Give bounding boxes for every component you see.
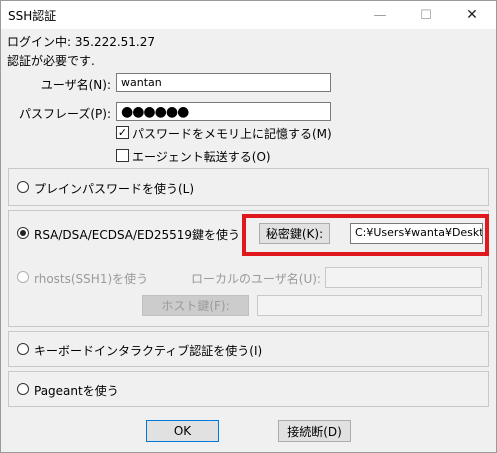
agent-forwarding-checkbox[interactable]	[116, 149, 129, 162]
keyboard-interactive-radio[interactable]	[17, 343, 29, 355]
passphrase-input[interactable]: ●●●●●●	[116, 102, 331, 121]
close-icon: ✕	[466, 7, 478, 23]
minimize-button[interactable]: —	[357, 1, 403, 29]
username-label: ユーザ名(N):	[40, 78, 111, 92]
remember-password-checkbox[interactable]: ✓	[116, 126, 129, 139]
host-key-button[interactable]: ホスト鍵(F):	[142, 295, 249, 316]
local-user-input[interactable]	[325, 267, 482, 288]
rhosts-radio[interactable]	[17, 271, 29, 283]
check-icon: ✓	[117, 126, 128, 139]
close-button[interactable]: ✕	[449, 1, 495, 29]
username-input[interactable]: wantan	[116, 73, 331, 92]
maximize-icon: ☐	[420, 7, 432, 23]
pageant-group: Pageantを使う	[8, 371, 489, 407]
window-title: SSH認証	[8, 9, 57, 23]
rsa-key-label: RSA/DSA/ECDSA/ED25519鍵を使う	[34, 228, 241, 242]
login-line: ログイン中: 35.222.51.27	[7, 35, 156, 49]
plain-password-label: プレインパスワードを使う(L)	[34, 182, 195, 196]
ssh-auth-dialog: SSH認証 — ☐ ✕ ログイン中: 35.222.51.27 認証が必要です.…	[0, 0, 497, 453]
agent-forwarding-label: エージェント転送する(O)	[132, 150, 271, 164]
plain-password-radio[interactable]	[17, 181, 29, 193]
pageant-radio[interactable]	[17, 383, 29, 395]
minimize-icon: —	[373, 7, 387, 23]
private-key-highlight	[242, 214, 489, 256]
passphrase-label: パスフレーズ(P):	[18, 107, 111, 121]
title-bar: SSH認証 — ☐ ✕	[1, 1, 496, 29]
maximize-button[interactable]: ☐	[403, 1, 449, 29]
local-user-label: ローカルのユーザ名(U):	[191, 272, 321, 286]
rsa-key-radio[interactable]	[17, 227, 29, 239]
plain-password-group: プレインパスワードを使う(L)	[8, 168, 489, 206]
disconnect-button[interactable]: 接続断(D)	[278, 420, 351, 442]
rhosts-label: rhosts(SSH1)を使う	[34, 272, 149, 286]
keyboard-interactive-label: キーボードインタラクティブ認証を使う(I)	[34, 344, 263, 358]
ok-button[interactable]: OK	[146, 420, 219, 442]
keyboard-interactive-group: キーボードインタラクティブ認証を使う(I)	[8, 331, 489, 367]
host-key-input[interactable]	[257, 295, 482, 316]
pageant-label: Pageantを使う	[34, 384, 119, 398]
auth-required-text: 認証が必要です.	[7, 54, 95, 68]
remember-password-label: パスワードをメモリ上に記憶する(M)	[132, 127, 332, 141]
